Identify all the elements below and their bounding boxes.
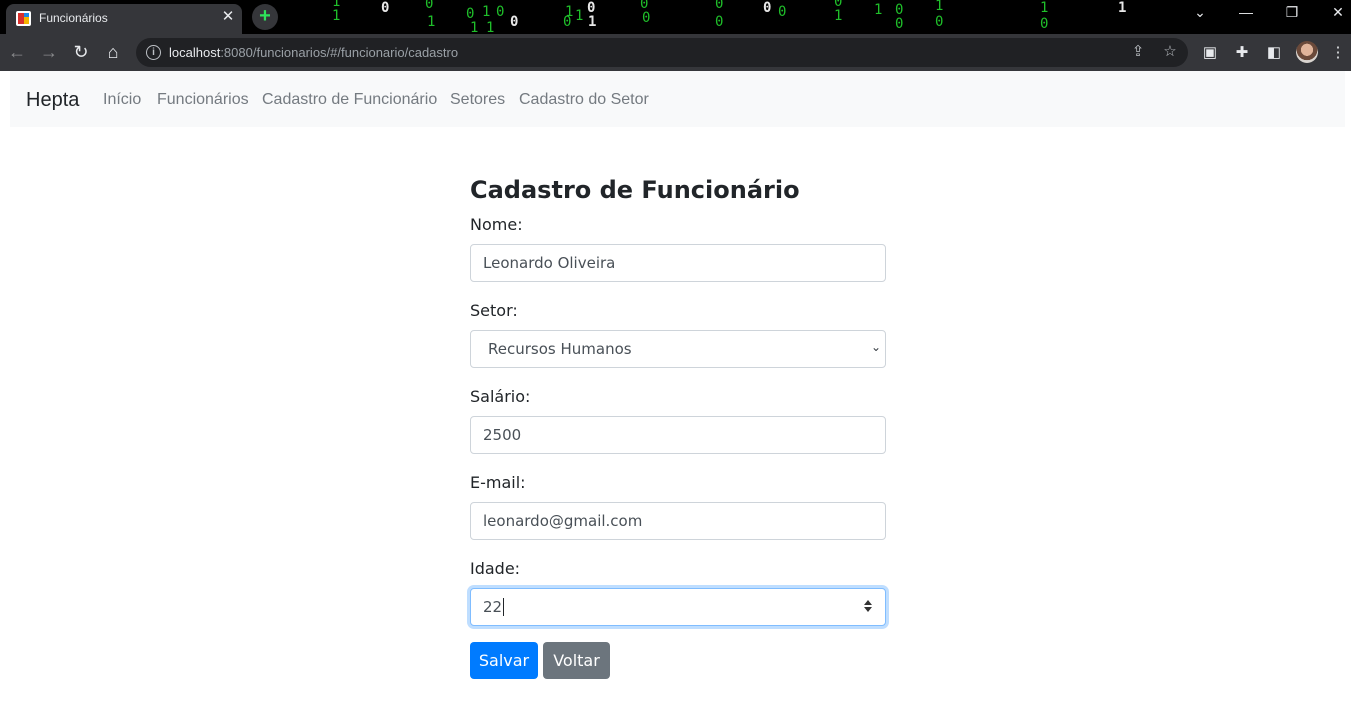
nav-link-setores[interactable]: Setores [450,91,505,109]
url-path: :8080/funcionarios/#/funcionario/cadastr… [220,45,459,60]
setor-label: Setor: [470,301,518,320]
home-icon[interactable]: ⌂ [102,41,124,63]
browser-tab-active[interactable]: Funcionários ✕ [6,4,242,34]
restore-icon[interactable]: ❐ [1282,4,1302,21]
idade-input[interactable]: 22 [470,588,886,626]
extensions-puzzle-icon[interactable]: ✚ [1233,44,1251,62]
idade-label: Idade: [470,559,521,578]
salario-value: 2500 [483,426,522,444]
text-caret [503,598,504,616]
browser-toolbar: ← → ↻ ⌂ i localhost:8080/funcionarios/#/… [0,34,1351,71]
back-icon[interactable]: ← [6,41,28,63]
email-value: leonardo@gmail.com [483,512,643,530]
minimize-icon[interactable]: — [1236,4,1256,20]
nav-link-inicio[interactable]: Início [103,91,141,109]
nav-link-cadastro-funcionario[interactable]: Cadastro de Funcionário [262,91,437,109]
tab-favicon-icon [16,11,31,26]
new-tab-button[interactable]: + [252,4,278,30]
tab-title: Funcionários [39,11,108,25]
setor-value: Recursos Humanos [488,340,632,358]
page-title: Cadastro de Funcionário [470,176,800,204]
profile-avatar[interactable] [1296,41,1318,63]
tab-close-icon[interactable]: ✕ [219,8,237,26]
navbar-brand[interactable]: Hepta [26,89,79,112]
idade-value: 22 [483,598,503,616]
nav-link-funcionarios[interactable]: Funcionários [157,91,249,109]
media-icon[interactable]: ▣ [1201,44,1219,62]
reload-icon[interactable]: ↻ [70,41,92,63]
forward-icon[interactable]: → [38,41,60,63]
number-spinner[interactable] [863,598,873,616]
site-info-icon[interactable]: i [146,45,161,60]
spin-up-icon[interactable] [864,600,872,605]
email-label: E-mail: [470,473,526,492]
nome-value: Leonardo Oliveira [483,254,616,272]
menu-kebab-icon[interactable]: ⋮ [1329,44,1347,62]
browser-tabstrip: 1 0 1 0 1 0 1 0 0 1 1 1 1 0 0 1 0 0 0 0 … [0,0,1351,34]
chevron-down-icon: ⌄ [870,340,881,354]
nome-input[interactable]: Leonardo Oliveira [470,244,886,282]
app-navbar: Hepta Início Funcionários Cadastro de Fu… [10,71,1345,127]
nome-label: Nome: [470,215,523,234]
bookmark-star-icon[interactable]: ☆ [1161,43,1179,61]
setor-select[interactable]: Recursos Humanos ⌄ [470,330,886,368]
address-bar[interactable]: i localhost:8080/funcionarios/#/funciona… [136,38,1188,67]
side-panel-icon[interactable]: ◧ [1265,44,1283,62]
back-button[interactable]: Voltar [543,642,610,679]
salario-label: Salário: [470,387,531,406]
save-button[interactable]: Salvar [470,642,538,679]
nav-link-cadastro-setor[interactable]: Cadastro do Setor [519,91,649,109]
tab-search-icon[interactable]: ⌄ [1190,4,1210,21]
share-icon[interactable]: ⇪ [1129,43,1147,61]
address-url[interactable]: localhost:8080/funcionarios/#/funcionari… [169,45,458,60]
spin-down-icon[interactable] [864,607,872,612]
window-close-icon[interactable]: ✕ [1328,4,1348,21]
salario-input[interactable]: 2500 [470,416,886,454]
email-input[interactable]: leonardo@gmail.com [470,502,886,540]
url-host: localhost [169,45,221,60]
